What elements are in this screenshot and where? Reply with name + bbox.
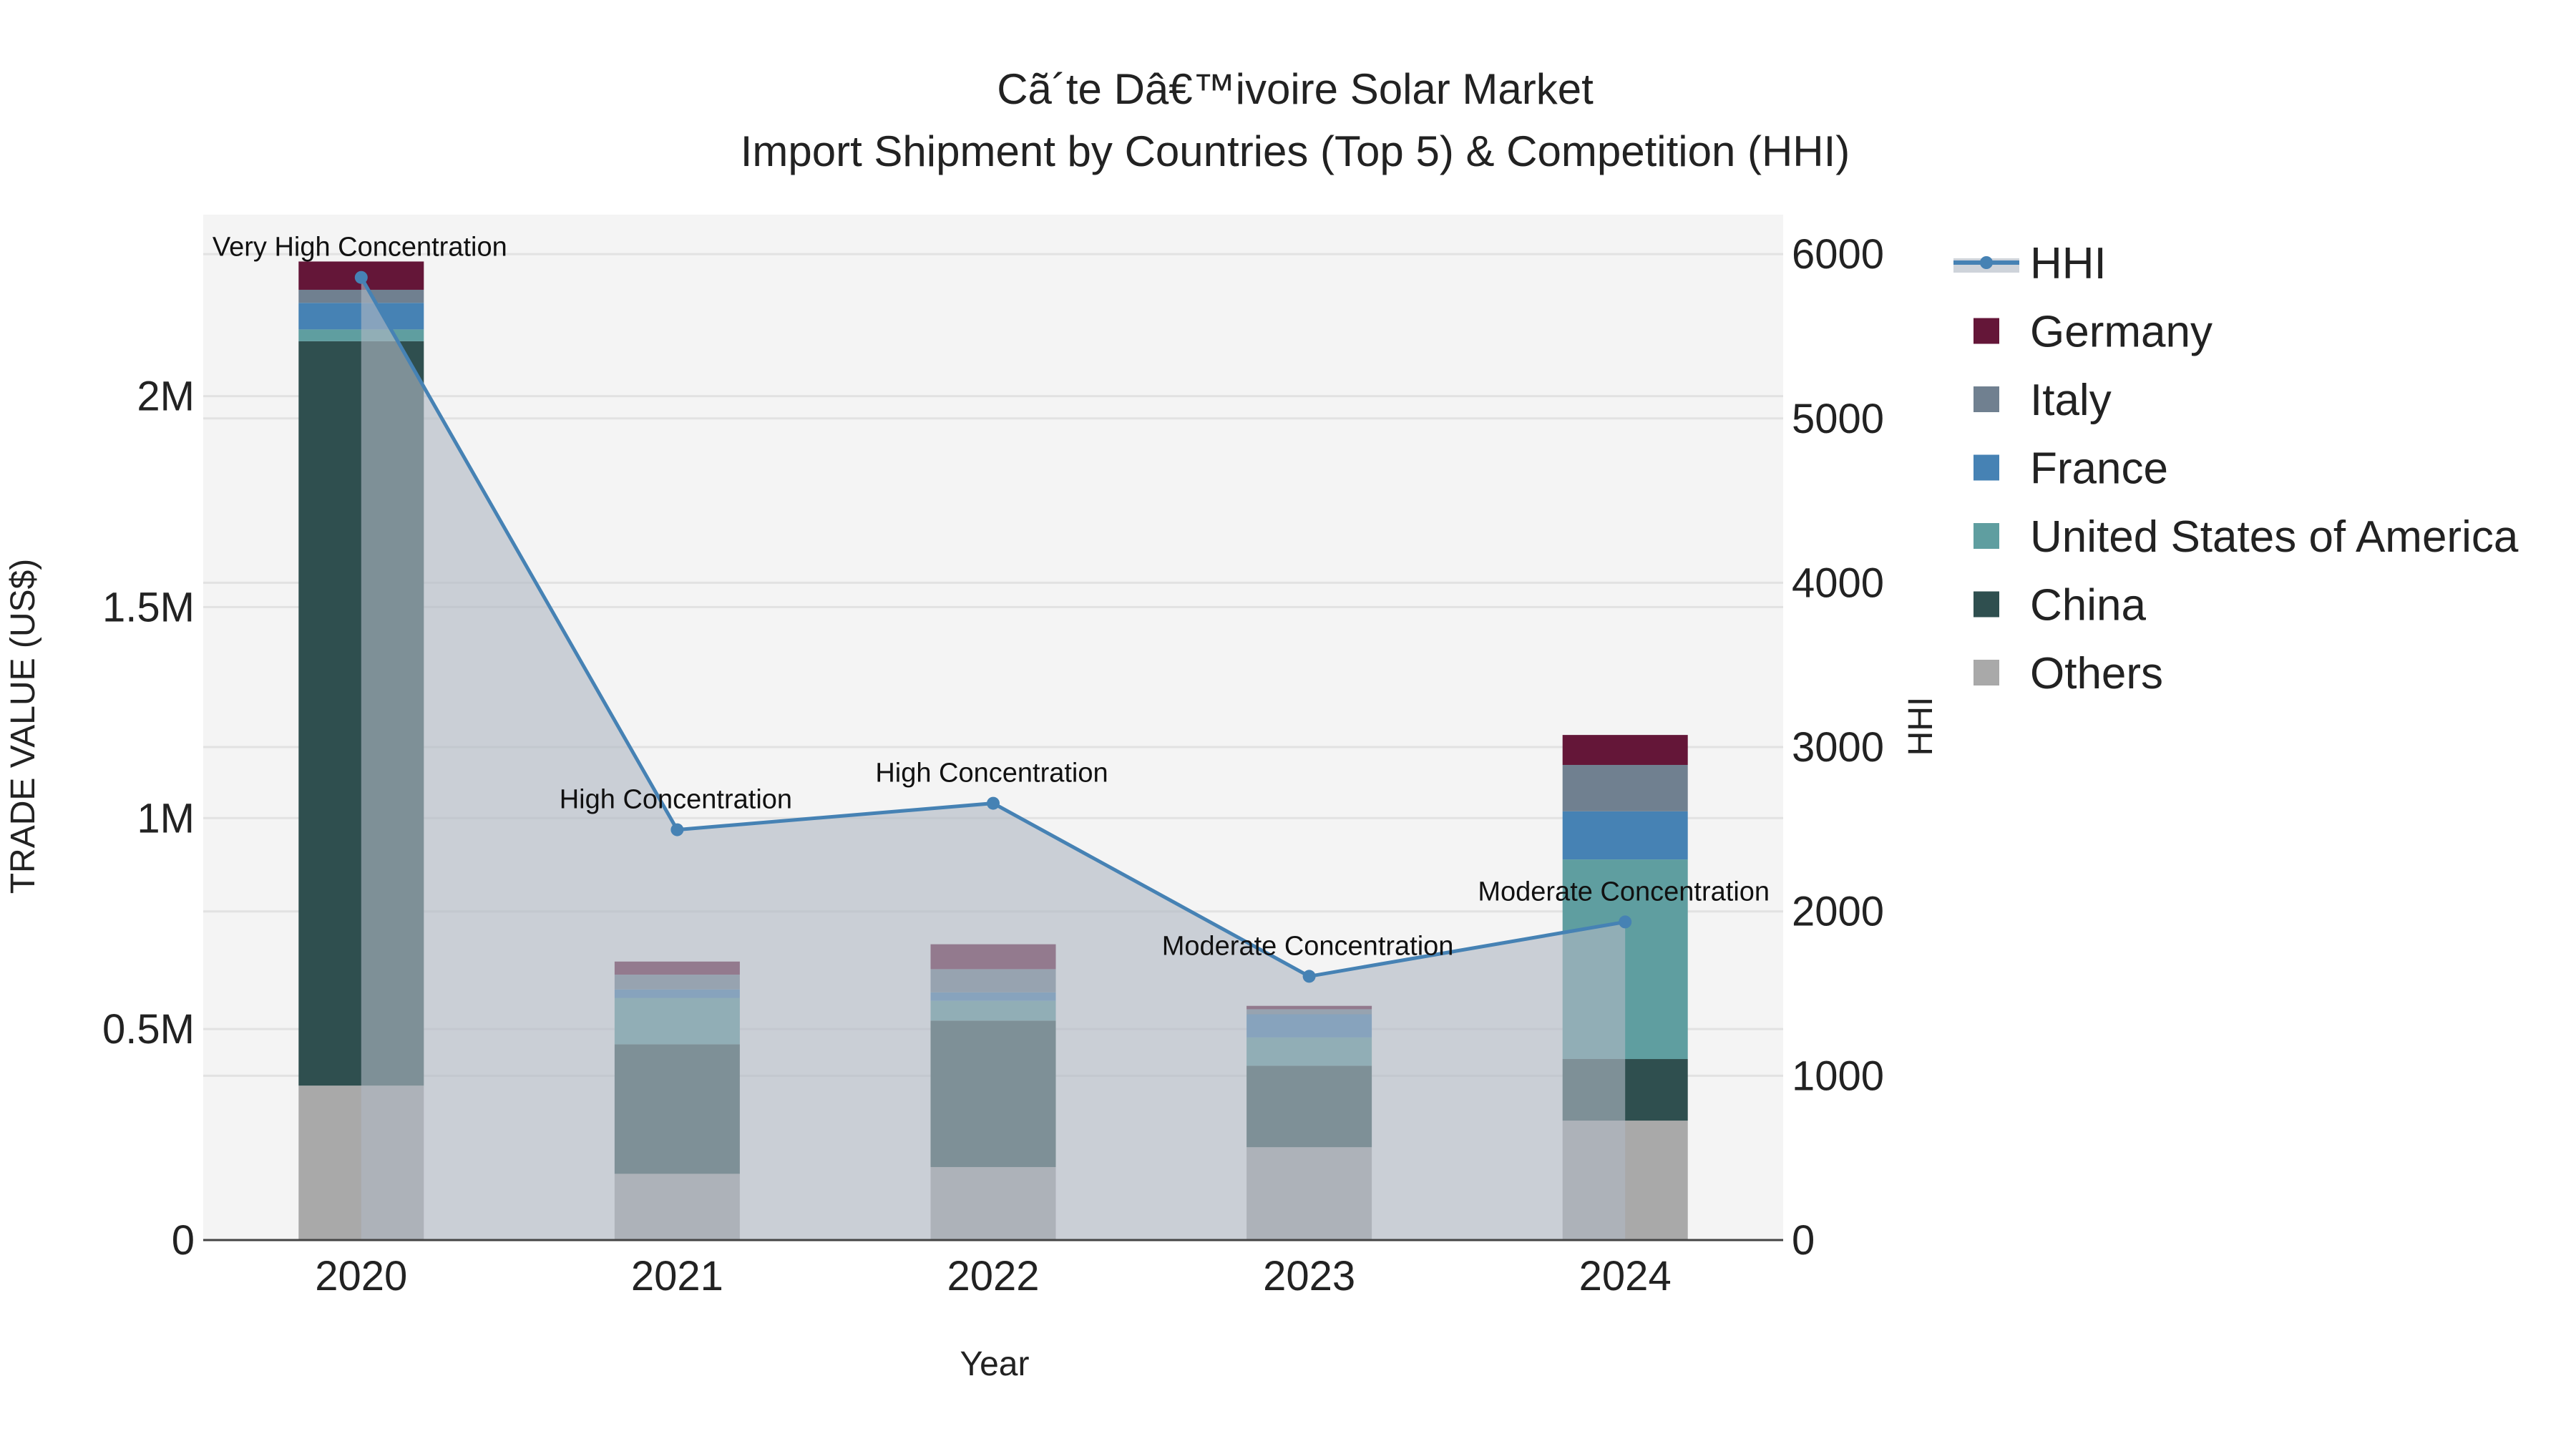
chart-title: Cã´te Dâ€™ivoire Solar Market xyxy=(997,65,1594,113)
legend-label: China xyxy=(2030,581,2147,630)
x-tick-label: 2021 xyxy=(631,1253,723,1299)
y-tick-label: 2M xyxy=(137,374,195,420)
hhi-annotation: Moderate Concentration xyxy=(1478,877,1770,907)
y-axis-title: TRADE VALUE (US$) xyxy=(4,559,42,894)
legend-hhi-marker xyxy=(1980,256,1993,269)
hhi-annotation: High Concentration xyxy=(560,785,792,815)
hhi-point xyxy=(1302,970,1316,983)
chart-subtitle: Import Shipment by Countries (Top 5) & C… xyxy=(741,127,1850,175)
y2-tick-label: 4000 xyxy=(1792,560,1884,606)
bar-france xyxy=(1562,811,1688,860)
y2-tick-label: 5000 xyxy=(1792,396,1884,442)
x-tick-label: 2023 xyxy=(1263,1253,1355,1299)
hhi-point xyxy=(987,796,1000,810)
plot-area: 0 0.5M 1M 1.5M 2M 0 1000 2000 3000 4000 5000 6000 20… xyxy=(102,215,1884,1299)
x-axis-title: Year xyxy=(960,1345,1030,1383)
chart: Cã´te Dâ€™ivoire Solar Market Import Shi… xyxy=(4,65,2519,1383)
x-tick-label: 2024 xyxy=(1579,1253,1672,1299)
legend-label: United States of America xyxy=(2030,512,2519,562)
hhi-point xyxy=(670,823,684,836)
legend-swatch-france xyxy=(1974,454,1999,481)
hhi-point xyxy=(354,270,368,284)
legend-swatch-italy xyxy=(1974,386,1999,412)
y2-tick-label: 1000 xyxy=(1792,1053,1884,1099)
y2-tick-label: 2000 xyxy=(1792,889,1884,935)
x-tick-label: 2022 xyxy=(947,1253,1039,1299)
y2-tick-label: 6000 xyxy=(1792,231,1884,278)
y2-tick-label: 0 xyxy=(1792,1217,1815,1264)
y-tick-label: 1M xyxy=(137,795,195,841)
y-tick-label: 0 xyxy=(172,1217,195,1264)
legend-swatch-germany xyxy=(1974,318,1999,344)
bar-germany xyxy=(1562,735,1688,765)
legend-label: France xyxy=(2030,444,2168,494)
hhi-annotation: High Concentration xyxy=(875,758,1108,789)
y-tick-label: 0.5M xyxy=(102,1006,195,1053)
y2-axis-title: HHI xyxy=(1902,697,1940,756)
y-tick-label: 1.5M xyxy=(102,584,195,630)
legend-swatch-united-states-of-america xyxy=(1974,523,1999,549)
hhi-point xyxy=(1619,915,1632,929)
legend-swatch-china xyxy=(1974,591,1999,618)
x-tick-label: 2020 xyxy=(315,1253,407,1299)
legend-label: Germany xyxy=(2030,308,2212,357)
legend-label: Italy xyxy=(2030,376,2112,425)
hhi-annotation: Moderate Concentration xyxy=(1162,931,1454,961)
legend-swatch-others xyxy=(1974,660,1999,686)
legend-label: Others xyxy=(2030,649,2163,698)
legend: HHI Germany Italy France United States of Am… xyxy=(1953,239,2519,698)
y2-tick-label: 3000 xyxy=(1792,724,1884,771)
bar-italy xyxy=(1562,764,1688,811)
legend-label: HHI xyxy=(2030,239,2107,288)
hhi-annotation: Very High Concentration xyxy=(213,233,507,263)
